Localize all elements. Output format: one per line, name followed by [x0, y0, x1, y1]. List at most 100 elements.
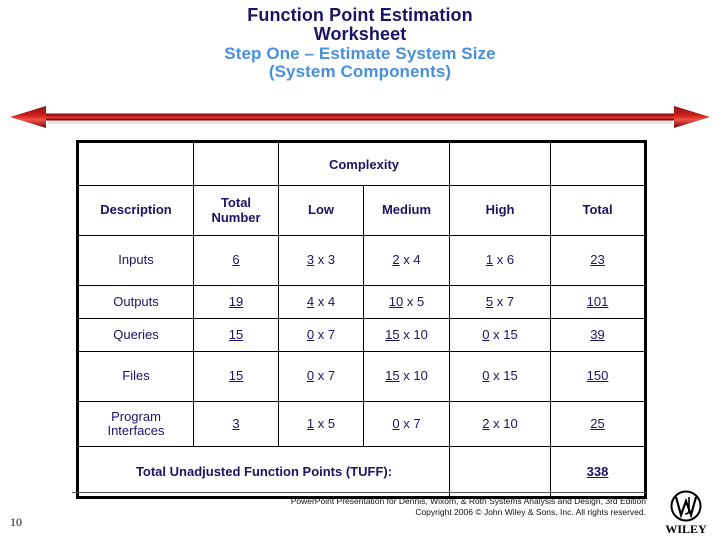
row-total: 23	[550, 235, 647, 286]
row-high-value: 5	[485, 293, 494, 309]
row-low-multiplier: x 7	[317, 368, 336, 384]
row-total-number: 6	[193, 235, 279, 286]
row-high: 1 x 6	[449, 235, 552, 286]
table-row: Queries 15 0 x 7 15 x 10 0 x 15 39	[77, 318, 647, 352]
row-low-multiplier: x 5	[317, 415, 336, 431]
row-high: 2 x 10	[449, 401, 552, 447]
row-high-value: 2	[482, 415, 490, 431]
row-total: 39	[550, 318, 647, 352]
row-total-value: 101	[586, 293, 609, 309]
group-header-spacer-description	[77, 141, 194, 186]
tuff-label: Total Unadjusted Function Points (TUFF):	[76, 446, 451, 498]
row-medium-multiplier: x 7	[403, 415, 421, 431]
column-header-total-number-line1: Total	[220, 194, 252, 210]
row-total-number: 15	[193, 318, 279, 352]
row-description: Queries	[77, 318, 194, 352]
row-low-value: 0	[306, 368, 315, 384]
row-low-multiplier: x 3	[317, 252, 336, 268]
row-medium-multiplier: x 4	[403, 252, 421, 268]
title-line-1: Function Point Estimation	[247, 5, 473, 25]
row-low: 3 x 3	[278, 235, 364, 286]
row-medium-value: 2	[392, 252, 400, 268]
row-high-value: 0	[482, 368, 490, 384]
tuff-total-value: 338	[586, 464, 609, 479]
table-footer-row: Total Unadjusted Function Points (TUFF):…	[76, 446, 647, 498]
footer-credits: PowerPoint Presentation for Dennis, Wixo…	[180, 496, 646, 519]
arrow-head-right	[674, 106, 710, 128]
row-low-value: 0	[306, 326, 315, 342]
row-low-value: 4	[306, 293, 315, 309]
row-medium: 15 x 10	[362, 351, 451, 402]
row-low-value: 3	[306, 252, 315, 268]
row-medium-value: 10	[388, 293, 404, 309]
row-total: 101	[550, 285, 647, 319]
title-line-2: Worksheet	[313, 24, 407, 45]
wiley-logo: WILEY	[660, 489, 712, 537]
row-medium: 10 x 5	[362, 285, 451, 319]
group-header-spacer-high	[449, 141, 552, 186]
row-low: 0 x 7	[278, 318, 364, 352]
row-description-line1: Program	[111, 408, 161, 424]
row-high: 0 x 15	[449, 318, 552, 352]
row-medium-multiplier: x 5	[406, 293, 425, 309]
slide-title-block: Function Point Estimation Worksheet Step…	[0, 5, 720, 82]
row-low: 1 x 5	[278, 401, 364, 447]
row-medium: 2 x 4	[362, 235, 451, 286]
row-medium-multiplier: x 10	[403, 326, 428, 342]
footer-divider	[72, 492, 646, 493]
row-description: Outputs	[77, 285, 194, 319]
group-header-spacer-total	[550, 141, 647, 186]
row-medium-multiplier: x 10	[403, 368, 428, 384]
column-header-high: High	[449, 185, 552, 236]
arrow-shaft	[42, 113, 678, 121]
row-total-number: 15	[193, 351, 279, 402]
tuff-high-blank	[449, 446, 552, 498]
row-high-multiplier: x 7	[496, 293, 515, 309]
row-total-value: 25	[590, 415, 605, 431]
column-header-low: Low	[278, 185, 364, 236]
row-total-number-value: 6	[232, 252, 240, 268]
row-total-number-value: 15	[228, 326, 244, 342]
row-description-line2: Interfaces	[107, 423, 165, 438]
subtitle-line-2: (System Components)	[268, 62, 452, 82]
wiley-logo-monogram	[674, 496, 698, 519]
row-total-value: 23	[590, 252, 605, 268]
row-total-number: 3	[193, 401, 279, 447]
row-medium-value: 15	[385, 326, 400, 342]
tuff-total: 338	[550, 446, 647, 498]
row-high-multiplier: x 15	[493, 368, 518, 384]
row-low-multiplier: x 7	[317, 326, 336, 342]
row-description: Program Interfaces	[77, 401, 194, 447]
subtitle-line-1: Step One – Estimate System Size	[224, 43, 496, 63]
row-total-number: 19	[193, 285, 279, 319]
row-total-value: 39	[590, 326, 605, 342]
row-total-value: 150	[586, 368, 609, 384]
footer-credit-line-1: PowerPoint Presentation for Dennis, Wixo…	[290, 496, 646, 506]
row-total: 150	[550, 351, 647, 402]
row-low: 4 x 4	[278, 285, 364, 319]
footer-credit-line-2: Copyright 2006 © John Wiley & Sons, Inc.…	[415, 507, 646, 518]
row-description: Files	[77, 351, 194, 402]
table-column-header-row: Description Total Number Low Medium High…	[77, 185, 647, 236]
function-point-worksheet-table: Complexity Description Total Number Low …	[76, 140, 648, 499]
page-number: 10	[10, 515, 22, 529]
row-total-number-value: 15	[228, 368, 244, 384]
row-high: 0 x 15	[449, 351, 552, 402]
column-header-description: Description	[77, 185, 194, 236]
column-header-total-number-line2: Number	[211, 209, 261, 225]
row-high-multiplier: x 10	[493, 415, 518, 431]
table-row: Outputs 19 4 x 4 10 x 5 5 x 7 101	[77, 285, 647, 319]
wiley-logo-circle	[670, 490, 702, 522]
wiley-logo-wordmark: WILEY	[665, 522, 707, 536]
arrow-head-left	[10, 106, 46, 128]
row-medium: 15 x 10	[362, 318, 451, 352]
row-medium-value: 15	[385, 368, 400, 384]
row-high: 5 x 7	[449, 285, 552, 319]
group-header-complexity: Complexity	[277, 141, 451, 186]
row-total: 25	[550, 401, 647, 447]
row-high-value: 1	[485, 252, 494, 268]
row-medium-value: 0	[392, 415, 400, 431]
row-low-value: 1	[306, 415, 315, 431]
row-high-value: 0	[482, 326, 490, 342]
table-row: Program Interfaces 3 1 x 5 0 x 7 2 x 10 …	[77, 401, 647, 447]
